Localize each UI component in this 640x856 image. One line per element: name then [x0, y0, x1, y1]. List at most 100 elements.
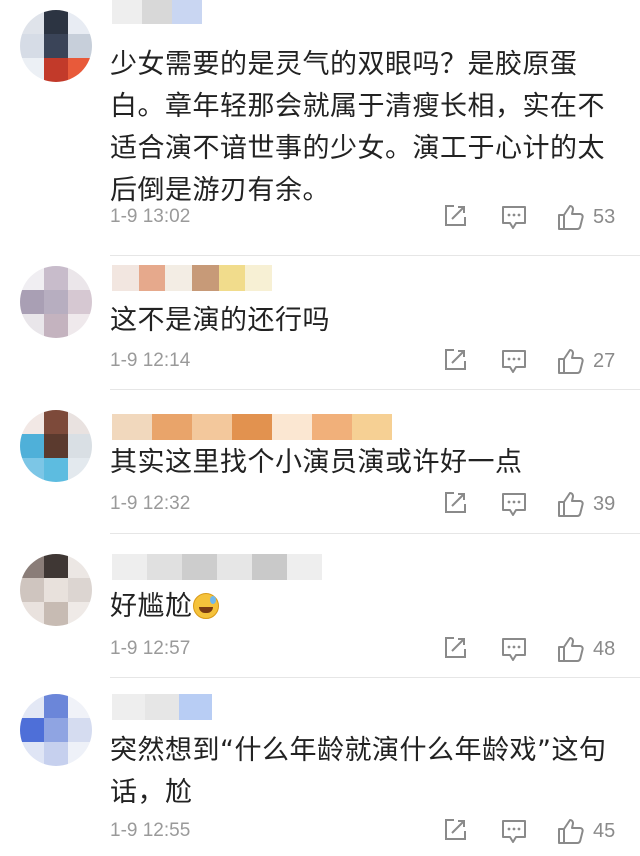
reply-button[interactable] [500, 817, 528, 845]
username-mosaic-cell [232, 414, 272, 440]
avatar-mosaic-cell [20, 10, 44, 34]
avatar-mosaic-cell [68, 742, 92, 766]
comment-item: 好尴尬 1-9 12:57 48 [0, 534, 640, 678]
like-button[interactable]: 45 [557, 817, 615, 845]
username-mosaic-cell [272, 414, 312, 440]
avatar-mosaic-cell [20, 434, 44, 458]
avatar-mosaic-cell [68, 290, 92, 314]
avatar-mosaic-cell [68, 410, 92, 434]
avatar-mosaic-cell [68, 10, 92, 34]
repost-button[interactable] [442, 490, 468, 516]
username-mosaic-cell [138, 265, 166, 291]
comment-meta: 1-9 12:57 48 [110, 635, 620, 665]
like-icon [558, 205, 584, 230]
repost-button[interactable] [442, 635, 468, 661]
username-mosaic-cell [112, 694, 146, 720]
avatar[interactable] [20, 10, 92, 82]
username-mosaic-cell [217, 554, 252, 580]
avatar-mosaic-cell [44, 10, 68, 34]
avatar-mosaic-cell [20, 290, 44, 314]
repost-icon [445, 205, 466, 226]
avatar-mosaic-cell [20, 742, 44, 766]
avatar[interactable] [20, 266, 92, 338]
username-mosaic-cell [252, 554, 287, 580]
avatar-mosaic-cell [68, 434, 92, 458]
avatar-mosaic-cell [44, 578, 68, 602]
avatar-mosaic-cell [44, 458, 68, 482]
repost-button[interactable] [442, 817, 468, 843]
avatar-mosaic-cell [44, 58, 68, 82]
avatar-mosaic-cell [68, 458, 92, 482]
like-icon [558, 492, 584, 517]
username-mosaic-cell [182, 554, 217, 580]
avatar-mosaic-cell [44, 410, 68, 434]
comment-item: 少女需要的是灵气的双眼吗？是胶原蛋白。章年轻那会就属于清瘦长相，实在不适合演不谙… [0, 0, 640, 256]
reply-button[interactable] [500, 490, 528, 518]
avatar-mosaic-cell [44, 266, 68, 290]
reply-icon [502, 638, 526, 661]
username-mosaic-cell [312, 414, 352, 440]
avatar-mosaic-cell [20, 554, 44, 578]
avatar-mosaic-cell [20, 58, 44, 82]
avatar-mosaic-cell [20, 602, 44, 626]
avatar-mosaic-cell [20, 314, 44, 338]
username-mosaic-cell [245, 265, 272, 291]
avatar-mosaic-cell [68, 58, 92, 82]
avatar[interactable] [20, 694, 92, 766]
avatar-mosaic-cell [44, 742, 68, 766]
reply-button[interactable] [500, 203, 528, 231]
avatar-mosaic-cell [68, 602, 92, 626]
comment-item: 其实这里找个小演员演或许好一点 1-9 12:32 39 [0, 390, 640, 534]
reply-icon [502, 493, 526, 516]
like-button[interactable]: 27 [557, 347, 615, 375]
reply-button[interactable] [500, 347, 528, 375]
username-mosaic-cell [178, 694, 212, 720]
like-button[interactable]: 53 [557, 203, 615, 231]
avatar-mosaic-cell [20, 266, 44, 290]
username-blurred[interactable] [112, 0, 202, 24]
repost-icon [445, 349, 466, 370]
avatar-mosaic-cell [44, 314, 68, 338]
username-blurred[interactable] [112, 414, 392, 440]
avatar-mosaic-cell [20, 410, 44, 434]
username-mosaic-cell [172, 0, 202, 24]
username-blurred[interactable] [112, 265, 272, 291]
like-button[interactable]: 39 [557, 490, 615, 518]
avatar-mosaic-cell [44, 34, 68, 58]
avatar-mosaic-cell [68, 266, 92, 290]
like-count: 39 [593, 492, 616, 515]
like-count: 45 [593, 819, 616, 842]
username-blurred[interactable] [112, 554, 322, 580]
repost-icon [445, 819, 466, 840]
avatar[interactable] [20, 554, 92, 626]
repost-button[interactable] [442, 347, 468, 373]
like-icon [558, 349, 584, 374]
comment-item: 这不是演的还行吗 1-9 12:14 27 [0, 256, 640, 390]
avatar-mosaic-cell [68, 718, 92, 742]
comment-text: 好尴尬 [110, 586, 610, 628]
comment-text: 突然想到“什么年龄就演什么年龄戏”这句话，尬 [110, 735, 607, 808]
reply-button[interactable] [500, 635, 528, 663]
like-button[interactable]: 48 [557, 635, 615, 663]
like-count: 27 [593, 349, 616, 372]
username-mosaic-cell [165, 265, 192, 291]
like-count: 53 [593, 205, 616, 228]
avatar-mosaic-cell [44, 602, 68, 626]
comment-meta: 1-9 13:02 53 [110, 203, 620, 233]
avatar-mosaic-cell [20, 694, 44, 718]
avatar-mosaic-cell [68, 314, 92, 338]
repost-button[interactable] [442, 203, 468, 229]
comment-text-content: 好尴尬 [110, 591, 193, 622]
username-mosaic-cell [112, 414, 152, 440]
username-mosaic-cell [112, 0, 142, 24]
comment-time: 1-9 12:14 [110, 350, 191, 371]
avatar[interactable] [20, 410, 92, 482]
username-blurred[interactable] [112, 694, 212, 720]
like-count: 48 [593, 637, 616, 660]
username-mosaic-cell [352, 414, 392, 440]
comment-text: 少女需要的是灵气的双眼吗？是胶原蛋白。章年轻那会就属于清瘦长相，实在不适合演不谙… [110, 49, 605, 206]
avatar-mosaic-cell [68, 694, 92, 718]
comment-item: 突然想到“什么年龄就演什么年龄戏”这句话，尬 1-9 12:55 45 [0, 678, 640, 856]
reply-icon [502, 820, 526, 843]
avatar-mosaic-cell [44, 434, 68, 458]
